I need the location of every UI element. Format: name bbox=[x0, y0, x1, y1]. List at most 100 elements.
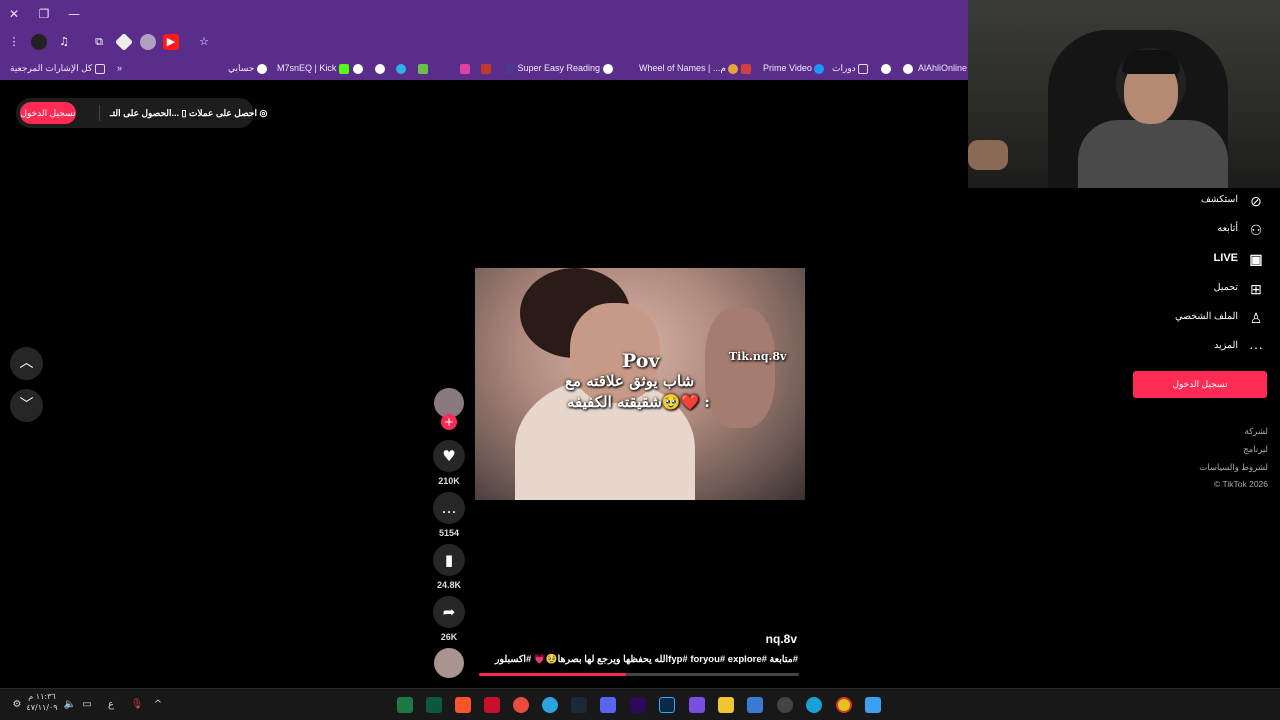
globe-icon bbox=[375, 63, 385, 74]
footer-link-program[interactable]: لبرنامج bbox=[1243, 444, 1268, 455]
profile-avatar-icon[interactable] bbox=[31, 34, 47, 50]
video-overlay-line1: شاب يوثق علاقته مع bbox=[565, 372, 695, 390]
download-icon bbox=[418, 63, 428, 74]
extension-face-icon[interactable] bbox=[140, 34, 156, 50]
comment-icon: … bbox=[441, 499, 457, 517]
bookmark-globe-2[interactable] bbox=[375, 61, 388, 75]
app-red-circle-icon[interactable] bbox=[513, 697, 529, 713]
webcam-overlay bbox=[968, 0, 1280, 188]
terminal-icon[interactable] bbox=[426, 697, 442, 713]
bookmark-my-account[interactable]: حسابي bbox=[228, 61, 270, 75]
steam-icon[interactable] bbox=[571, 697, 587, 713]
app-a-icon[interactable] bbox=[484, 697, 500, 713]
brave-icon[interactable] bbox=[455, 697, 471, 713]
excel-icon[interactable] bbox=[397, 697, 413, 713]
bookmark-edge[interactable] bbox=[396, 61, 409, 75]
chevron-more-icon[interactable]: » bbox=[117, 61, 122, 75]
sidebar-item-more[interactable]: المزيد ··· bbox=[1150, 336, 1268, 358]
bookmark-globe-3[interactable] bbox=[881, 61, 894, 75]
globe-icon bbox=[256, 63, 267, 74]
extension-diamond-icon[interactable] bbox=[114, 32, 134, 52]
clock[interactable]: ١١:٣٦ م ٤٧/١١/٠٩ bbox=[26, 691, 58, 712]
sidebar-login-button[interactable]: تسجيل الدخول bbox=[1133, 371, 1267, 398]
media-player-icon[interactable] bbox=[689, 697, 705, 713]
windows-start-icon[interactable] bbox=[865, 697, 881, 713]
compass-icon: ⊘ bbox=[1250, 193, 1262, 209]
folder-icon bbox=[858, 63, 869, 74]
all-bookmarks-folder[interactable]: كل الإشارات المرجعية bbox=[10, 61, 105, 75]
globe-icon bbox=[881, 63, 891, 74]
footer-link-company[interactable]: لشركة bbox=[1245, 426, 1268, 437]
language-indicator[interactable]: ع bbox=[104, 697, 118, 713]
sidebar-item-upload[interactable]: تحميل ⊞ bbox=[1150, 278, 1268, 300]
bookmark-super-easy-reading[interactable]: Super Easy Reading bbox=[505, 61, 616, 75]
tray-chevron-up-icon[interactable]: ^ bbox=[151, 697, 165, 713]
menu-kebab-icon[interactable]: ⋮ bbox=[6, 34, 22, 50]
sidebar-item-following[interactable]: ﺃﺗﺎﺑﻌﻪ ⚇ bbox=[1150, 219, 1268, 241]
bookmark-kick[interactable]: M7snEQ | Kick bbox=[277, 61, 349, 75]
like-button[interactable]: ♥ bbox=[433, 440, 465, 472]
save-button[interactable]: ▮ bbox=[433, 544, 465, 576]
bookmark-pink[interactable] bbox=[460, 61, 470, 75]
youtube-extension-icon[interactable]: ▶ bbox=[163, 34, 179, 50]
sidebar-item-live[interactable]: LIVE ▣ bbox=[1150, 248, 1268, 270]
premiere-icon[interactable] bbox=[630, 697, 646, 713]
reading-icon bbox=[505, 63, 515, 74]
photoshop-icon[interactable] bbox=[659, 697, 675, 713]
bookmark-wheel-of-names[interactable]: Wheel of Names | ...م bbox=[639, 61, 741, 75]
minimize-window-icon[interactable]: — bbox=[64, 4, 84, 24]
music-disc-avatar[interactable] bbox=[434, 648, 464, 678]
bookmark-globe-1[interactable] bbox=[353, 61, 366, 75]
bookmark-prime-video[interactable]: Prime Video bbox=[763, 61, 827, 75]
pill-divider bbox=[99, 105, 100, 121]
bookmark-a[interactable] bbox=[481, 61, 491, 75]
bookmark-star-icon[interactable]: ☆ bbox=[196, 34, 212, 50]
video-progress-bar[interactable] bbox=[479, 673, 799, 676]
microphone-icon[interactable]: 🎙 bbox=[130, 697, 144, 713]
file-explorer-icon[interactable] bbox=[718, 697, 734, 713]
footer-link-terms[interactable]: لشروط والسياسات bbox=[1199, 462, 1268, 473]
sidebar-item-profile[interactable]: الملف الشخصي ♙ bbox=[1150, 307, 1268, 329]
restore-window-icon[interactable]: ❐ bbox=[34, 4, 54, 24]
previous-video-button[interactable]: ︿ bbox=[10, 347, 43, 380]
store-icon[interactable] bbox=[747, 697, 763, 713]
discord-icon[interactable] bbox=[600, 697, 616, 713]
live-tv-icon: ▣ bbox=[1249, 251, 1263, 267]
like-count: 210K bbox=[438, 476, 460, 486]
next-video-button[interactable]: ﹀ bbox=[10, 389, 43, 422]
volume-icon[interactable]: 🔈 bbox=[63, 697, 77, 713]
get-app-button[interactable]: الحصول على التـ... ▯ bbox=[110, 106, 186, 120]
comment-count: 5154 bbox=[438, 528, 460, 538]
caption-username[interactable]: nq.8v bbox=[700, 632, 797, 646]
chevron-up-icon: ︿ bbox=[19, 355, 34, 371]
telegram-icon[interactable] bbox=[542, 697, 558, 713]
browser-toolbar: ⋮ ♫ ⧉ ▶ ☆ bbox=[0, 28, 968, 56]
extensions-icon[interactable]: ⧉ bbox=[91, 34, 107, 50]
get-coins-button[interactable]: احصل على عملات ◎ bbox=[189, 106, 267, 120]
video-arm bbox=[705, 308, 775, 428]
close-window-icon[interactable]: ✕ bbox=[4, 4, 24, 24]
chrome-icon[interactable] bbox=[836, 697, 852, 713]
github-icon[interactable] bbox=[777, 697, 793, 713]
network-icon[interactable]: ▭ bbox=[80, 697, 94, 713]
prime-video-icon bbox=[814, 63, 825, 74]
bookmark-courses[interactable]: دورات bbox=[832, 61, 869, 75]
bookmark-red-square[interactable] bbox=[741, 61, 751, 75]
follow-plus-button[interactable]: + bbox=[441, 414, 457, 430]
comment-button[interactable]: … bbox=[433, 492, 465, 524]
share-button[interactable]: ➦ bbox=[433, 596, 465, 628]
bookmark-alahli[interactable]: AlAhliOnline bbox=[903, 61, 967, 75]
sidebar-item-explore[interactable]: استكشف ⊘ bbox=[1150, 190, 1268, 212]
video-player[interactable]: Pov Tik.nq.8v شاب يوثق علاقته مع شقيقته … bbox=[475, 268, 805, 500]
media-control-icon[interactable]: ♫ bbox=[56, 34, 72, 50]
globe-icon bbox=[602, 63, 613, 74]
share-count: 26K bbox=[440, 632, 458, 642]
video-progress-fill bbox=[479, 673, 627, 676]
plus-square-icon: ⊞ bbox=[1250, 281, 1262, 297]
settings-gear-icon[interactable]: ⚙ bbox=[12, 697, 22, 713]
coin-icon: ◎ bbox=[259, 108, 268, 118]
login-button[interactable]: تسجيل الدخول bbox=[20, 102, 76, 124]
webcam-person-hair bbox=[1122, 50, 1180, 74]
bookmark-download[interactable] bbox=[418, 61, 428, 75]
edge-taskbar-icon[interactable] bbox=[806, 697, 822, 713]
